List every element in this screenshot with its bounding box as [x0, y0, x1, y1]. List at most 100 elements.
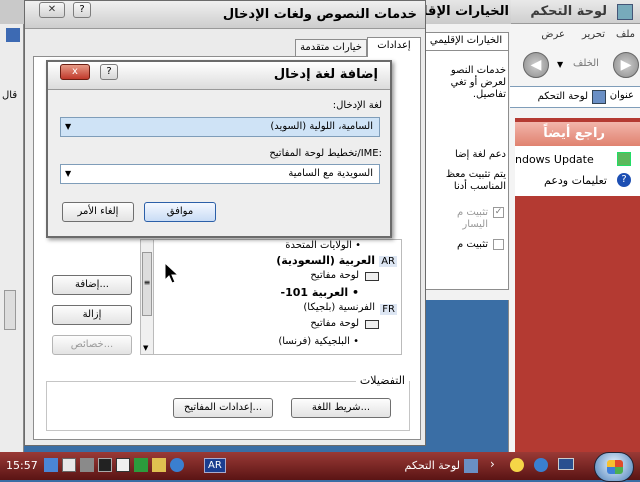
text-services-title: خدمات النصوص ولغات الإدخال	[222, 7, 417, 22]
back-button[interactable]: ◀	[523, 52, 549, 78]
back-dropdown-icon[interactable]: ▼	[557, 60, 563, 69]
menu-file[interactable]: ملف	[616, 29, 635, 40]
tab-advanced[interactable]: خيارات متقدمة	[295, 39, 367, 57]
tree-item-ar101[interactable]: • العربية 101-	[281, 286, 360, 299]
tab-settings-label: إعدادات	[377, 40, 411, 51]
tree-scrollbar[interactable]: ≡ ▼	[140, 239, 154, 355]
regional-checkbox-1[interactable]: ✓	[493, 207, 504, 218]
monitor-icon[interactable]	[558, 458, 574, 470]
add-button[interactable]: إضافة...	[52, 275, 132, 295]
key-settings-button-label: إعدادات المفاتيح...	[183, 402, 263, 413]
regional-chk2-label: تثبيت م	[456, 239, 488, 250]
input-language-value: السامية، اللولية (السويد)	[270, 121, 373, 132]
tree-item-arabic[interactable]: العربية (السعودية)	[276, 254, 375, 267]
tree-item-be-fr[interactable]: • البلجيكية (فرنسا)	[278, 336, 359, 347]
control-panel-titlebar[interactable]: لوحة التحكم	[509, 0, 640, 24]
quick-launch-folder-icon[interactable]	[152, 458, 166, 472]
input-language-label: لغة الإدخال:	[332, 100, 382, 111]
left-window-titlebar	[0, 0, 24, 24]
dropdown-arrow-icon: ▼	[65, 122, 72, 131]
quick-launch-paint-icon[interactable]	[134, 458, 148, 472]
see-also-header[interactable]: راجع أيضاً	[515, 122, 640, 146]
taskbar-task-control-panel[interactable]: لوحة التحكم	[384, 456, 480, 476]
tab-advanced-label: خيارات متقدمة	[300, 42, 362, 53]
scroll-down-icon[interactable]: ▼	[143, 344, 148, 352]
control-panel-window: لوحة التحكم ملف تحرير عرض ◀ ▼ الخلف ▶ لو…	[508, 0, 640, 452]
see-also-title: راجع أيضاً	[543, 126, 605, 141]
control-panel-icon	[617, 4, 633, 20]
regional-checkbox-2[interactable]	[493, 239, 504, 250]
add-dialog-help-button[interactable]: ?	[100, 64, 118, 80]
fr-language-badge: FR	[380, 304, 397, 315]
installed-services-tree[interactable]: • الولايات المتحدة AR العربية (السعودية)…	[140, 239, 402, 355]
text-services-titlebar[interactable]: خدمات النصوص ولغات الإدخال ? ✕	[25, 1, 425, 29]
add-button-label: إضافة...	[74, 279, 109, 290]
tree-item-keyboard-2[interactable]: لوحة مفاتيح	[310, 318, 359, 329]
regional-lang-support: دعم لغة إضا	[455, 149, 506, 160]
menu-view[interactable]: عرض	[541, 29, 565, 40]
tree-item-us[interactable]: • الولايات المتحدة	[285, 240, 361, 251]
cancel-button[interactable]: إلغاء الأمر	[62, 202, 134, 222]
keyboard-layout-value: السويدية مع السامية	[288, 168, 373, 179]
keyboard-layout-label: تخطيط لوحة المفاتيح/IME:	[269, 148, 382, 159]
task-folder-icon	[464, 459, 478, 473]
address-folder-icon	[592, 90, 606, 104]
mouse-cursor-icon	[164, 261, 180, 289]
quick-launch-media-icon[interactable]	[80, 458, 94, 472]
help-button[interactable]: ?	[73, 2, 91, 18]
tree-item-french[interactable]: الفرنسية (بلجيكا)	[303, 302, 375, 313]
regional-titlebar[interactable]: الخيارات الإقليمية	[395, 0, 511, 24]
windows-update-icon	[617, 152, 631, 166]
network-icon[interactable]	[534, 458, 548, 472]
tab-settings[interactable]: إعدادات	[367, 37, 421, 57]
address-value: لوحة التحكم	[537, 91, 588, 102]
add-dialog-titlebar[interactable]: إضافة لغة إدخال ? x	[48, 62, 390, 90]
key-settings-button[interactable]: إعدادات المفاتيح...	[173, 398, 273, 418]
input-language-select[interactable]: ▼ السامية، اللولية (السويد)	[60, 117, 380, 137]
regional-line-1: خدمات النصو	[450, 65, 506, 76]
clock[interactable]: 15:57	[6, 459, 38, 472]
tree-item-keyboard-1[interactable]: لوحة مفاتيح	[310, 270, 359, 281]
quick-launch-network-icon[interactable]	[170, 458, 184, 472]
quick-launch-chart-icon[interactable]	[116, 458, 130, 472]
regional-tab-label: الخيارات الإقليمي	[429, 35, 503, 46]
quick-launch-notepad-icon[interactable]	[62, 458, 76, 472]
scroll-thumb[interactable]: ≡	[142, 252, 152, 316]
forward-button[interactable]: ▶	[613, 52, 639, 78]
properties-button[interactable]: خصائص...	[52, 335, 132, 355]
regional-lang-line-1: يتم تثبيت معظ	[445, 169, 506, 180]
quick-launch-windows-icon[interactable]	[44, 458, 58, 472]
remove-button[interactable]: إزالة	[52, 305, 132, 325]
preferences-group: التفضيلات شريط اللغة... إعدادات المفاتيح…	[46, 374, 410, 431]
back-label: الخلف	[573, 58, 599, 69]
language-bar-button[interactable]: شريط اللغة...	[291, 398, 391, 418]
regional-options-window: الخيارات الإقليمية الخيارات الإقليمي خدم…	[395, 0, 511, 300]
control-panel-title: لوحة التحكم	[530, 4, 607, 19]
ok-button[interactable]: موافق	[144, 202, 216, 222]
task-label: لوحة التحكم	[404, 459, 460, 472]
language-indicator[interactable]: AR	[204, 458, 226, 473]
tree-befr-label: البلجيكية (فرنسا)	[278, 336, 350, 347]
regional-chk1-label-a: تثبيت م	[456, 207, 488, 218]
close-button[interactable]: ✕	[39, 2, 65, 18]
smiley-icon[interactable]	[510, 458, 524, 472]
see-also-list: ndows Update تعليمات ودعم ?	[515, 146, 640, 196]
regional-tab[interactable]: الخيارات الإقليمي	[423, 32, 509, 50]
menu-edit[interactable]: تحرير	[582, 29, 605, 40]
start-button[interactable]	[594, 452, 634, 482]
help-support-link[interactable]: تعليمات ودعم	[544, 174, 607, 187]
add-dialog-close-button[interactable]: x	[60, 64, 90, 80]
left-window-scrollbar[interactable]	[4, 290, 16, 330]
regional-chk1-label-b: اليسار	[462, 219, 488, 230]
keyboard-icon	[365, 320, 379, 329]
background-window-left: قال	[0, 0, 24, 452]
help-support-icon: ?	[617, 173, 631, 187]
keyboard-layout-select[interactable]: ▼ السويدية مع السامية	[60, 164, 380, 184]
taskbar-arrow[interactable]: ›	[490, 457, 495, 471]
cancel-button-label: إلغاء الأمر	[77, 206, 119, 217]
taskbar: 15:57 AR لوحة التحكم ›	[0, 452, 640, 482]
keyboard-icon	[365, 272, 379, 281]
forward-arrow-icon: ▶	[620, 57, 632, 73]
windows-update-link[interactable]: ndows Update	[515, 153, 594, 166]
quick-launch-film-icon[interactable]	[98, 458, 112, 472]
